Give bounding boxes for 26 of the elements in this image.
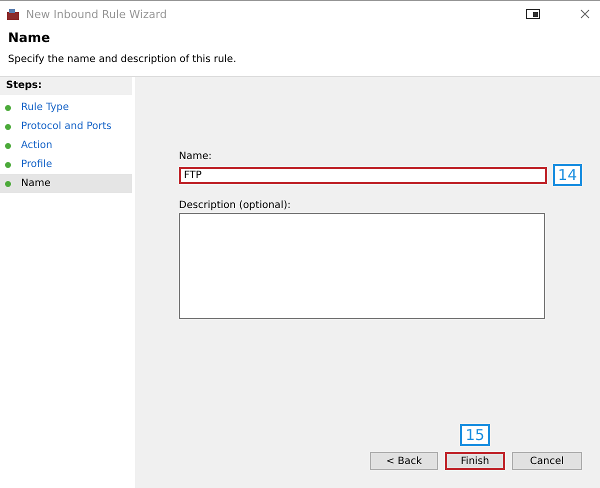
step-number: 15	[460, 424, 490, 446]
step-item[interactable]: Rule Type	[0, 98, 132, 117]
description-label: Description (optional):	[178, 200, 292, 211]
status-dot-icon	[5, 124, 11, 130]
close-icon[interactable]	[580, 9, 590, 19]
window-title: New Inbound Rule Wizard	[26, 8, 168, 20]
steps-heading: Steps:	[0, 77, 132, 95]
status-dot-icon	[5, 104, 11, 110]
page-title: Name	[8, 31, 52, 46]
name-label: Name:	[178, 151, 213, 162]
back-button[interactable]: < Back	[370, 452, 438, 470]
status-dot-icon	[5, 142, 11, 148]
cancel-button[interactable]: Cancel	[512, 452, 582, 470]
status-dot-icon	[5, 162, 11, 168]
window-icon[interactable]	[526, 9, 540, 19]
step-item[interactable]: Profile	[0, 155, 132, 174]
page-subtitle: Specify the name and description of this rule.	[8, 54, 238, 65]
status-dot-icon	[5, 180, 11, 186]
step-number: 14	[552, 164, 582, 186]
step-item[interactable]: Action	[0, 136, 132, 155]
name-field[interactable]: FTP	[178, 166, 547, 184]
finish-button[interactable]: Finish	[445, 452, 505, 470]
step-item[interactable]: Protocol and Ports	[0, 117, 132, 136]
firewall-icon	[6, 8, 20, 20]
description-field[interactable]	[178, 213, 545, 319]
step-item[interactable]: Name	[0, 174, 132, 193]
